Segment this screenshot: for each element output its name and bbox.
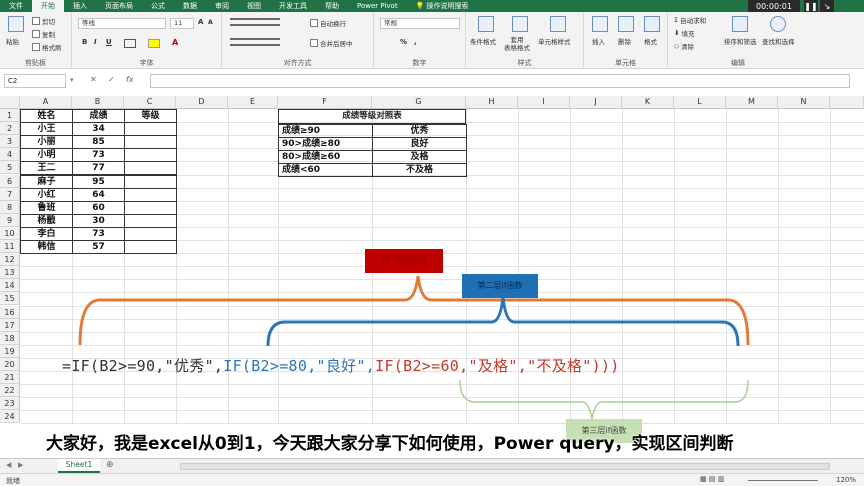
- nested-if-formula: =IF(B2>=90,"优秀",IF(B2>=80,"良好",IF(B2>=60…: [62, 355, 620, 376]
- status-bar: 就绪 ▦ ▤ ▥ 120%: [0, 473, 864, 486]
- orange-bracket: [78, 275, 750, 346]
- zoom-level[interactable]: 120%: [836, 476, 856, 484]
- formula-part-pass: "及格": [468, 357, 518, 375]
- video-subtitle: 大家好，我是excel从0到1，今天跟大家分享下如何使用，Power query…: [46, 434, 734, 454]
- formula-part-if3: IF(B2>=60,: [375, 357, 469, 375]
- formula-part-comma: ,: [517, 357, 528, 375]
- sheet-tab-sheet1[interactable]: Sheet1: [58, 459, 100, 473]
- formula-part-if2: IF(B2>=80,: [223, 357, 317, 375]
- bracket-overlay: [78, 275, 750, 420]
- sheet-nav-right-icon[interactable]: ▶: [18, 461, 23, 469]
- formula-part-fail: "不及格": [527, 357, 592, 375]
- formula-part-if1: =IF(B2>=90,: [62, 357, 165, 375]
- sheet-nav-left-icon[interactable]: ◀: [6, 461, 11, 469]
- zoom-slider[interactable]: [748, 480, 818, 481]
- status-ready: 就绪: [6, 477, 20, 485]
- horizontal-scrollbar[interactable]: [180, 463, 830, 470]
- green-bracket: [459, 379, 749, 420]
- formula-part-excellent: "优秀",: [164, 357, 224, 375]
- formula-part-good: "良好",: [316, 357, 376, 375]
- sheet-tab-bar: ◀ ▶ Sheet1 ⊕: [0, 458, 864, 473]
- formula-part-close: ))): [591, 357, 620, 375]
- view-mode-icons[interactable]: ▦ ▤ ▥: [700, 475, 724, 483]
- blue-bracket: [266, 297, 740, 347]
- add-sheet-icon[interactable]: ⊕: [106, 460, 114, 470]
